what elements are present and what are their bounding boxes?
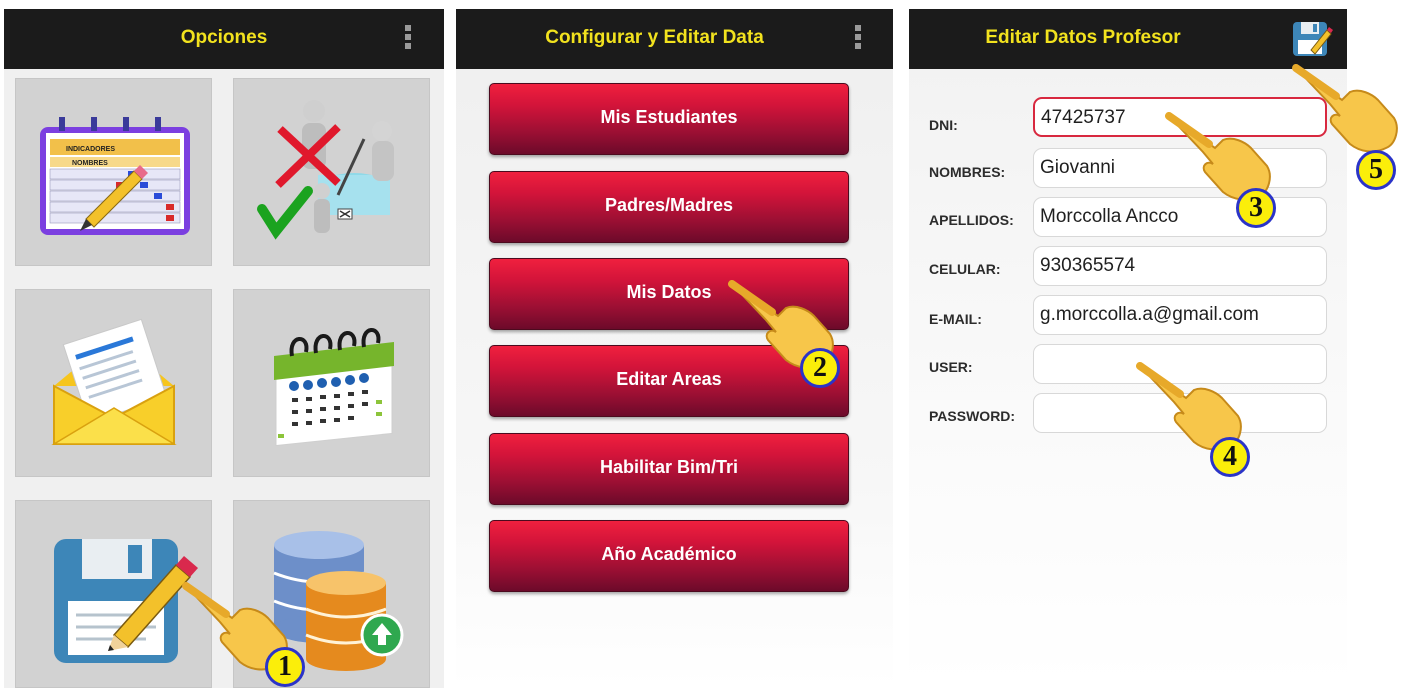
nombres-label: NOMBRES: — [929, 164, 1006, 180]
password-label: PASSWORD: — [929, 408, 1016, 424]
mis-estudiantes-button[interactable]: Mis Estudiantes — [489, 83, 849, 155]
evaluation-people-icon — [257, 100, 394, 240]
step-badge: 1 — [265, 647, 305, 687]
tile-gradebook[interactable]: INDICADORES NOMBRES — [15, 78, 212, 266]
gradebook-names-text: NOMBRES — [72, 160, 108, 167]
app-bar: Configurar y Editar Data — [456, 9, 893, 69]
celular-field[interactable]: 930365574 — [1033, 246, 1327, 286]
habilitar-bim-tri-button[interactable]: Habilitar Bim/Tri — [489, 433, 849, 505]
app-bar: Editar Datos Profesor — [909, 9, 1347, 69]
tutorial-stage: Opciones INDICADORES NOMBRES Configurar … — [0, 0, 1405, 688]
tile-calendar[interactable] — [233, 289, 430, 477]
step-badge: 3 — [1236, 188, 1276, 228]
user-label: USER: — [929, 359, 973, 375]
apellidos-label: APELLIDOS: — [929, 212, 1014, 228]
overflow-menu-icon[interactable] — [853, 25, 863, 53]
dni-label: DNI: — [929, 117, 958, 133]
step-badge: 2 — [800, 348, 840, 388]
calendar-icon — [274, 328, 394, 447]
mail-envelope-icon — [51, 318, 177, 445]
ano-academico-button[interactable]: Año Académico — [489, 520, 849, 592]
tile-messages[interactable] — [15, 289, 212, 477]
save-icon[interactable] — [1291, 18, 1333, 60]
screen-title: Editar Datos Profesor — [985, 27, 1181, 48]
pointing-hand-icon — [1292, 64, 1398, 153]
gradebook-header-text: INDICADORES — [66, 146, 115, 153]
overflow-menu-icon[interactable] — [403, 25, 413, 53]
email-field[interactable]: g.morccolla.a@gmail.com — [1033, 295, 1327, 335]
celular-label: CELULAR: — [929, 261, 1001, 277]
step-badge: 5 — [1356, 150, 1396, 190]
screen-title: Configurar y Editar Data — [545, 27, 764, 48]
step-badge: 4 — [1210, 437, 1250, 477]
gradebook-calendar-icon: INDICADORES NOMBRES — [40, 117, 190, 235]
tile-evaluation[interactable] — [233, 78, 430, 266]
padres-madres-button[interactable]: Padres/Madres — [489, 171, 849, 243]
app-bar: Opciones — [4, 9, 444, 69]
email-label: E-MAIL: — [929, 311, 982, 327]
screen-title: Opciones — [180, 27, 268, 48]
